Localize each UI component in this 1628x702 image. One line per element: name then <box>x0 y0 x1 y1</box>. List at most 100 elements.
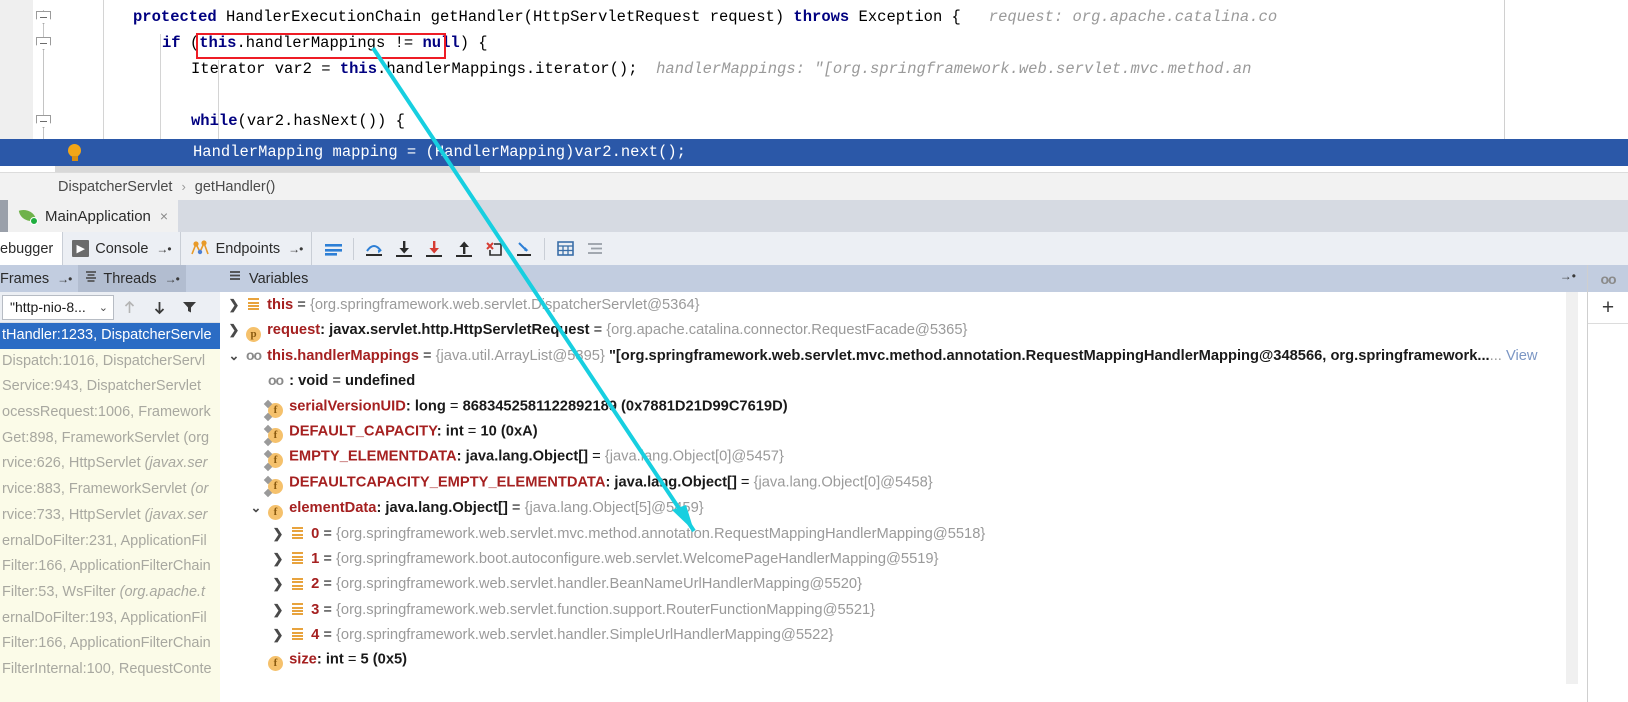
variable-row[interactable]: ⌄ f elementData: java.lang.Object[] = {ja… <box>220 495 1588 520</box>
variable-row[interactable]: oo : void = undefined <box>220 368 1588 393</box>
variable-row[interactable]: f DEFAULT_CAPACITY: int = 10 (0xA) <box>220 419 1588 444</box>
breadcrumb-item-class[interactable]: DispatcherServlet <box>58 179 172 195</box>
variable-name: DEFAULT_CAPACITY <box>289 423 437 440</box>
variable-row[interactable]: f DEFAULTCAPACITY_EMPTY_ELEMENTDATA: jav… <box>220 470 1588 495</box>
pin-icon[interactable]: →• <box>57 272 72 286</box>
run-configuration-tabstrip[interactable]: MainApplication × <box>0 200 1628 232</box>
add-watch-button[interactable]: + <box>1588 292 1628 324</box>
frame-row[interactable]: Filter:53, WsFilter (org.apache.t <box>0 580 220 606</box>
variable-row[interactable]: ❯ 4 = {org.springframework.web.servlet.h… <box>220 622 1588 647</box>
tab-threads[interactable]: Threads →• <box>78 265 186 292</box>
variable-row[interactable]: ❯ this = {org.springframework.web.servle… <box>220 292 1588 317</box>
toolbar-separator <box>353 237 355 260</box>
expand-arrow-icon[interactable]: ❯ <box>268 571 288 596</box>
list-icon <box>288 597 307 622</box>
settings-list-icon[interactable] <box>580 234 610 264</box>
pin-icon[interactable]: →• <box>288 242 303 256</box>
frame-row[interactable]: rvice:883, FrameworkServlet (or <box>0 477 220 503</box>
expand-arrow-icon[interactable]: ❯ <box>268 546 288 571</box>
step-over-icon[interactable] <box>359 234 389 264</box>
frame-row[interactable]: ernalDoFilter:193, ApplicationFil <box>0 606 220 632</box>
code-line: while(var2.hasNext()) { <box>191 108 405 134</box>
frame-row-selected[interactable]: tHandler:1233, DispatcherServle <box>0 323 220 349</box>
run-to-cursor-icon[interactable] <box>509 234 539 264</box>
code-token: ) { <box>459 34 488 52</box>
tab-main-application[interactable]: MainApplication × <box>8 200 179 232</box>
chevron-down-icon[interactable]: ⌄ <box>99 301 108 314</box>
evaluate-expression-icon[interactable] <box>550 234 580 264</box>
variable-row[interactable]: ❯ 3 = {org.springframework.web.servlet.f… <box>220 597 1588 622</box>
frames-panel[interactable]: Frames →• Threads →• "http-nio-8... ⌄ tH… <box>0 265 220 702</box>
variable-row[interactable]: f size: int = 5 (0x5) <box>220 647 1588 672</box>
field-icon: f <box>266 647 285 672</box>
expand-arrow-icon[interactable]: ❯ <box>224 317 244 342</box>
pin-icon[interactable]: →• <box>156 242 171 256</box>
pin-icon[interactable]: →• <box>1560 269 1576 283</box>
close-icon[interactable]: × <box>160 208 168 224</box>
code-line: protected HandlerExecutionChain getHandl… <box>133 4 1277 30</box>
step-into-icon[interactable] <box>389 234 419 264</box>
frame-row[interactable]: Get:898, FrameworkServlet (org <box>0 426 220 452</box>
fold-marker-icon[interactable] <box>36 11 51 24</box>
tab-debugger[interactable]: ebugger <box>0 232 64 265</box>
frames-list[interactable]: tHandler:1233, DispatcherServle Dispatch:… <box>0 323 220 702</box>
frame-row[interactable]: Service:943, DispatcherServlet <box>0 374 220 400</box>
view-link[interactable]: View <box>1502 348 1538 364</box>
code-editor[interactable]: protected HandlerExecutionChain getHandl… <box>0 0 1628 172</box>
frame-row[interactable]: Filter:166, ApplicationFilterChain <box>0 631 220 657</box>
frames-up-icon[interactable] <box>114 294 144 320</box>
variable-row[interactable]: ❯ p request: javax.servlet.http.HttpServl… <box>220 317 1588 342</box>
breadcrumb-item-method[interactable]: getHandler() <box>195 179 276 195</box>
expand-arrow-icon[interactable]: ❯ <box>268 597 288 622</box>
drop-frame-icon[interactable] <box>479 234 509 264</box>
current-execution-line[interactable]: HandlerMapping mapping = (HandlerMapping… <box>0 139 1628 166</box>
variable-row[interactable]: ❯ 0 = {org.springframework.web.servlet.m… <box>220 521 1588 546</box>
variable-equals: = <box>319 601 337 618</box>
frame-row-label: Filter:53, WsFilter <box>2 583 116 600</box>
expand-arrow-icon[interactable]: ❯ <box>268 622 288 647</box>
frame-row[interactable]: ernalDoFilter:231, ApplicationFil <box>0 529 220 555</box>
fold-marker-icon[interactable] <box>36 115 51 128</box>
variable-row[interactable]: ⌄ oo this.handlerMappings = {java.util.Ar… <box>220 343 1588 368</box>
variables-tree[interactable]: ❯ this = {org.springframework.web.servle… <box>220 292 1588 702</box>
fold-marker-icon[interactable] <box>36 37 51 50</box>
variable-name: request <box>267 322 321 339</box>
code-line: if (this.handlerMappings != null) { <box>162 30 488 56</box>
variable-equals: = <box>589 322 607 339</box>
frame-row[interactable]: ocessRequest:1006, Framework <box>0 400 220 426</box>
frame-row[interactable]: rvice:733, HttpServlet (javax.ser <box>0 503 220 529</box>
variable-row[interactable]: f EMPTY_ELEMENTDATA: java.lang.Object[] … <box>220 444 1588 469</box>
frames-filter-icon[interactable] <box>174 294 204 320</box>
force-step-into-icon[interactable] <box>419 234 449 264</box>
show-execution-point-icon[interactable] <box>318 234 348 264</box>
watches-panel[interactable]: oo + <box>1588 265 1628 702</box>
frame-row[interactable]: rvice:626, HttpServlet (javax.ser <box>0 451 220 477</box>
debug-toolbar[interactable]: ebugger ▶ Console →• Endpoints →• <box>0 232 1628 265</box>
frame-row[interactable]: Dispatch:1016, DispatcherServl <box>0 349 220 375</box>
thread-selector-dropdown[interactable]: "http-nio-8... ⌄ <box>2 294 114 320</box>
intention-bulb-icon[interactable] <box>68 144 82 162</box>
variables-panel[interactable]: Variables →• ❯ this = {org.springframewo… <box>220 265 1588 702</box>
code-line: Iterator var2 = this.handlerMappings.ite… <box>191 56 1251 82</box>
frame-row[interactable]: FilterInternal:100, RequestConte <box>0 657 220 683</box>
code-token: throws <box>793 8 859 26</box>
step-out-icon[interactable] <box>449 234 479 264</box>
frames-toolbar[interactable]: "http-nio-8... ⌄ <box>0 292 220 323</box>
collapse-arrow-icon[interactable]: ⌄ <box>246 495 266 520</box>
variable-row[interactable]: f serialVersionUID: long = 8683452581122… <box>220 394 1588 419</box>
frame-row[interactable]: Filter:166, ApplicationFilterChain <box>0 554 220 580</box>
variable-row[interactable]: ❯ 1 = {org.springframework.boot.autoconf… <box>220 546 1588 571</box>
tab-frames[interactable]: Frames →• <box>0 265 79 292</box>
collapse-arrow-icon[interactable]: ⌄ <box>224 343 244 368</box>
variable-row[interactable]: ❯ 2 = {org.springframework.web.servlet.h… <box>220 571 1588 596</box>
pin-icon[interactable]: →• <box>165 272 180 286</box>
expand-arrow-icon[interactable]: ❯ <box>224 292 244 317</box>
variable-type: : java.lang.Object[] <box>456 448 589 465</box>
variables-vertical-scrollbar[interactable] <box>1566 292 1578 684</box>
frames-down-icon[interactable] <box>144 294 174 320</box>
frame-row-package: (or <box>190 481 209 498</box>
tab-console[interactable]: ▶ Console →• <box>63 232 181 265</box>
tab-endpoints[interactable]: Endpoints →• <box>181 232 313 265</box>
expand-arrow-icon[interactable]: ❯ <box>268 521 288 546</box>
breadcrumb[interactable]: DispatcherServlet › getHandler() <box>0 172 1628 200</box>
